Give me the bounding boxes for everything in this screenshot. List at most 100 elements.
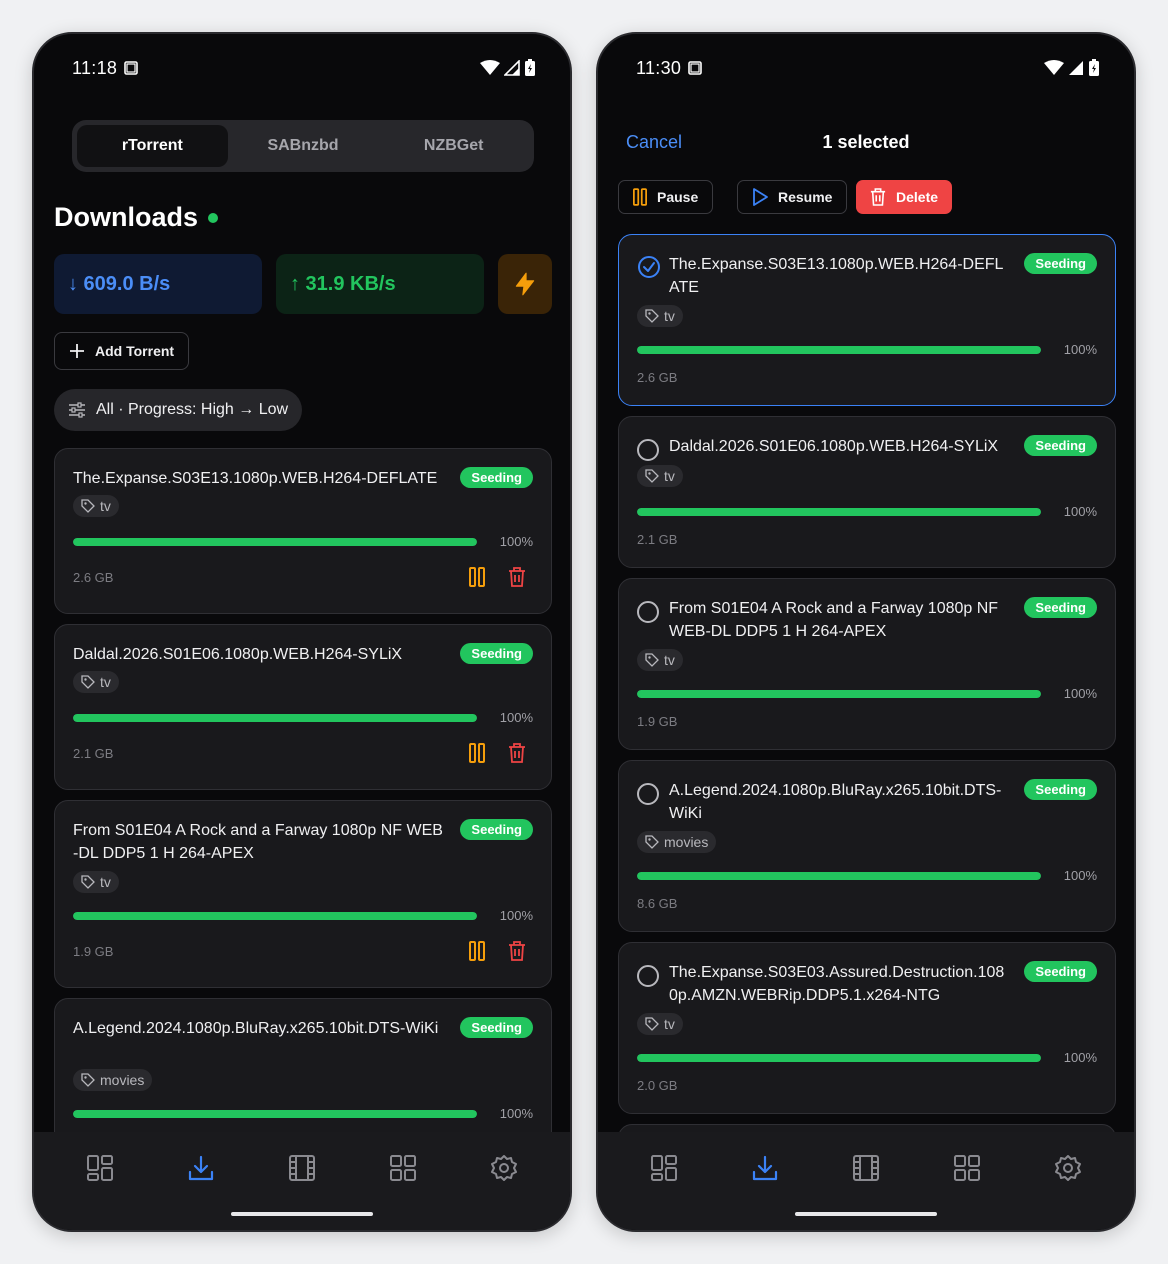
bottom-navigation xyxy=(598,1132,1134,1230)
select-checkbox[interactable] xyxy=(637,601,659,623)
tag-chip: tv xyxy=(637,465,683,487)
torrent-card[interactable]: The.Expanse.S03E13.1080p.WEB.H264-DEFLAT… xyxy=(54,448,552,614)
screenshot-icon xyxy=(688,61,703,75)
torrent-size: 2.1 GB xyxy=(73,746,114,761)
phone-left: 11:18 rTorrent SABnzbd NZBGet Downloads … xyxy=(32,32,572,1232)
resume-label: Resume xyxy=(778,189,833,205)
add-torrent-button[interactable]: Add Torrent xyxy=(54,332,190,370)
torrent-card[interactable]: From S01E04 A Rock and a Farway 1080p NF… xyxy=(54,800,552,988)
system-icons xyxy=(1044,59,1100,77)
tag-icon xyxy=(645,1017,659,1031)
nav-downloads[interactable] xyxy=(183,1150,219,1186)
pause-button[interactable] xyxy=(465,565,489,589)
torrent-size: 2.1 GB xyxy=(637,532,678,547)
tab-nzbget[interactable]: NZBGet xyxy=(378,125,529,167)
tab-sabnzbd[interactable]: SABnzbd xyxy=(228,125,379,167)
tag-label: tv xyxy=(664,468,675,484)
select-checkbox[interactable] xyxy=(637,783,659,805)
tag-label: tv xyxy=(664,308,675,324)
nav-media[interactable] xyxy=(284,1150,320,1186)
pause-icon xyxy=(469,941,485,961)
tag-chip: tv xyxy=(73,871,119,893)
nav-dashboard[interactable] xyxy=(82,1150,118,1186)
tag-icon xyxy=(81,675,95,689)
nav-downloads[interactable] xyxy=(747,1150,783,1186)
tag-chip: tv xyxy=(73,495,119,517)
nav-apps[interactable] xyxy=(385,1150,421,1186)
trash-icon xyxy=(870,188,886,206)
tag-chip: movies xyxy=(637,831,717,853)
progress-percent: 100% xyxy=(499,534,533,549)
clock: 11:18 xyxy=(72,57,118,78)
torrent-size: 2.6 GB xyxy=(73,570,114,585)
status-bar: 11:18 xyxy=(72,56,536,80)
status-badge: Seeding xyxy=(460,1017,533,1038)
torrent-card[interactable]: The.Expanse.S03E13.1080p.WEB.H264-DEFLAT… xyxy=(618,234,1116,406)
trash-icon xyxy=(509,567,525,587)
delete-button[interactable] xyxy=(505,939,529,963)
nav-settings[interactable] xyxy=(1050,1150,1086,1186)
grid-icon xyxy=(389,1155,416,1181)
tag-label: tv xyxy=(664,1016,675,1032)
tag-chip: tv xyxy=(637,1013,683,1035)
progress-percent: 100% xyxy=(499,908,533,923)
progress-percent: 100% xyxy=(1063,868,1097,883)
tag-label: tv xyxy=(100,674,111,690)
select-checkbox[interactable] xyxy=(637,965,659,987)
speed-limit-button[interactable] xyxy=(498,254,552,314)
add-torrent-label: Add Torrent xyxy=(95,343,175,359)
filter-sort-chip[interactable]: All · Progress: High → Low xyxy=(54,389,303,431)
status-badge: Seeding xyxy=(1024,253,1097,274)
delete-button[interactable] xyxy=(505,741,529,765)
nav-apps[interactable] xyxy=(949,1150,985,1186)
progress-percent: 100% xyxy=(1063,504,1097,519)
battery-icon xyxy=(525,59,535,76)
home-indicator[interactable] xyxy=(231,1212,373,1216)
cancel-button[interactable]: Cancel xyxy=(626,132,682,153)
pause-button[interactable] xyxy=(465,741,489,765)
torrent-size: 2.0 GB xyxy=(637,1078,678,1093)
page-title: Downloads xyxy=(54,202,199,232)
nav-settings[interactable] xyxy=(486,1150,522,1186)
progress-percent: 100% xyxy=(1063,1050,1097,1065)
bulk-resume-button[interactable]: Resume xyxy=(737,180,848,214)
torrent-card[interactable]: Daldal.2026.S01E06.1080p.WEB.H264-SYLiX … xyxy=(54,624,552,790)
torrent-name: A.Legend.2024.1080p.BluRay.x265.10bit.DT… xyxy=(669,782,1002,822)
progress-bar xyxy=(637,1054,1041,1062)
pause-icon xyxy=(469,567,485,587)
torrent-card[interactable]: The.Expanse.S03E03.Assured.Destruction.1… xyxy=(618,942,1116,1114)
status-time: 11:18 xyxy=(72,58,139,79)
tag-label: movies xyxy=(100,1072,145,1088)
torrent-card[interactable]: Daldal.2026.S01E06.1080p.WEB.H264-SYLiX … xyxy=(618,416,1116,568)
tag-icon xyxy=(645,309,659,323)
select-checkbox[interactable] xyxy=(637,439,659,461)
signal-icon xyxy=(504,60,520,76)
progress-bar xyxy=(637,872,1041,880)
battery-icon xyxy=(1089,59,1099,76)
bolt-icon xyxy=(515,272,535,296)
progress-bar xyxy=(637,346,1041,354)
bulk-delete-button[interactable]: Delete xyxy=(856,180,953,214)
nav-dashboard[interactable] xyxy=(646,1150,682,1186)
bottom-navigation xyxy=(34,1132,570,1230)
torrent-card[interactable]: From S01E04 A Rock and a Farway 1080p NF… xyxy=(618,578,1116,750)
filter-label: All · Progress: High → Low xyxy=(96,401,289,418)
status-badge: Seeding xyxy=(460,467,533,488)
torrent-card[interactable]: A.Legend.2024.1080p.BluRay.x265.10bit.DT… xyxy=(618,760,1116,932)
phone-right: 11:30 1 selected Cancel Pause Resume Del… xyxy=(596,32,1136,1232)
torrent-size: 1.9 GB xyxy=(637,714,678,729)
tag-label: tv xyxy=(664,652,675,668)
delete-button[interactable] xyxy=(505,565,529,589)
tag-chip: tv xyxy=(637,305,683,327)
bulk-pause-button[interactable]: Pause xyxy=(618,180,714,214)
settings-icon xyxy=(1054,1155,1081,1181)
progress-bar xyxy=(73,912,477,920)
play-icon xyxy=(753,188,768,206)
checked-circle-icon[interactable] xyxy=(637,255,661,279)
tab-rtorrent[interactable]: rTorrent xyxy=(77,125,228,167)
nav-media[interactable] xyxy=(848,1150,884,1186)
home-indicator[interactable] xyxy=(795,1212,937,1216)
pause-button[interactable] xyxy=(465,939,489,963)
trash-icon xyxy=(509,743,525,763)
torrent-size: 2.6 GB xyxy=(637,370,678,385)
